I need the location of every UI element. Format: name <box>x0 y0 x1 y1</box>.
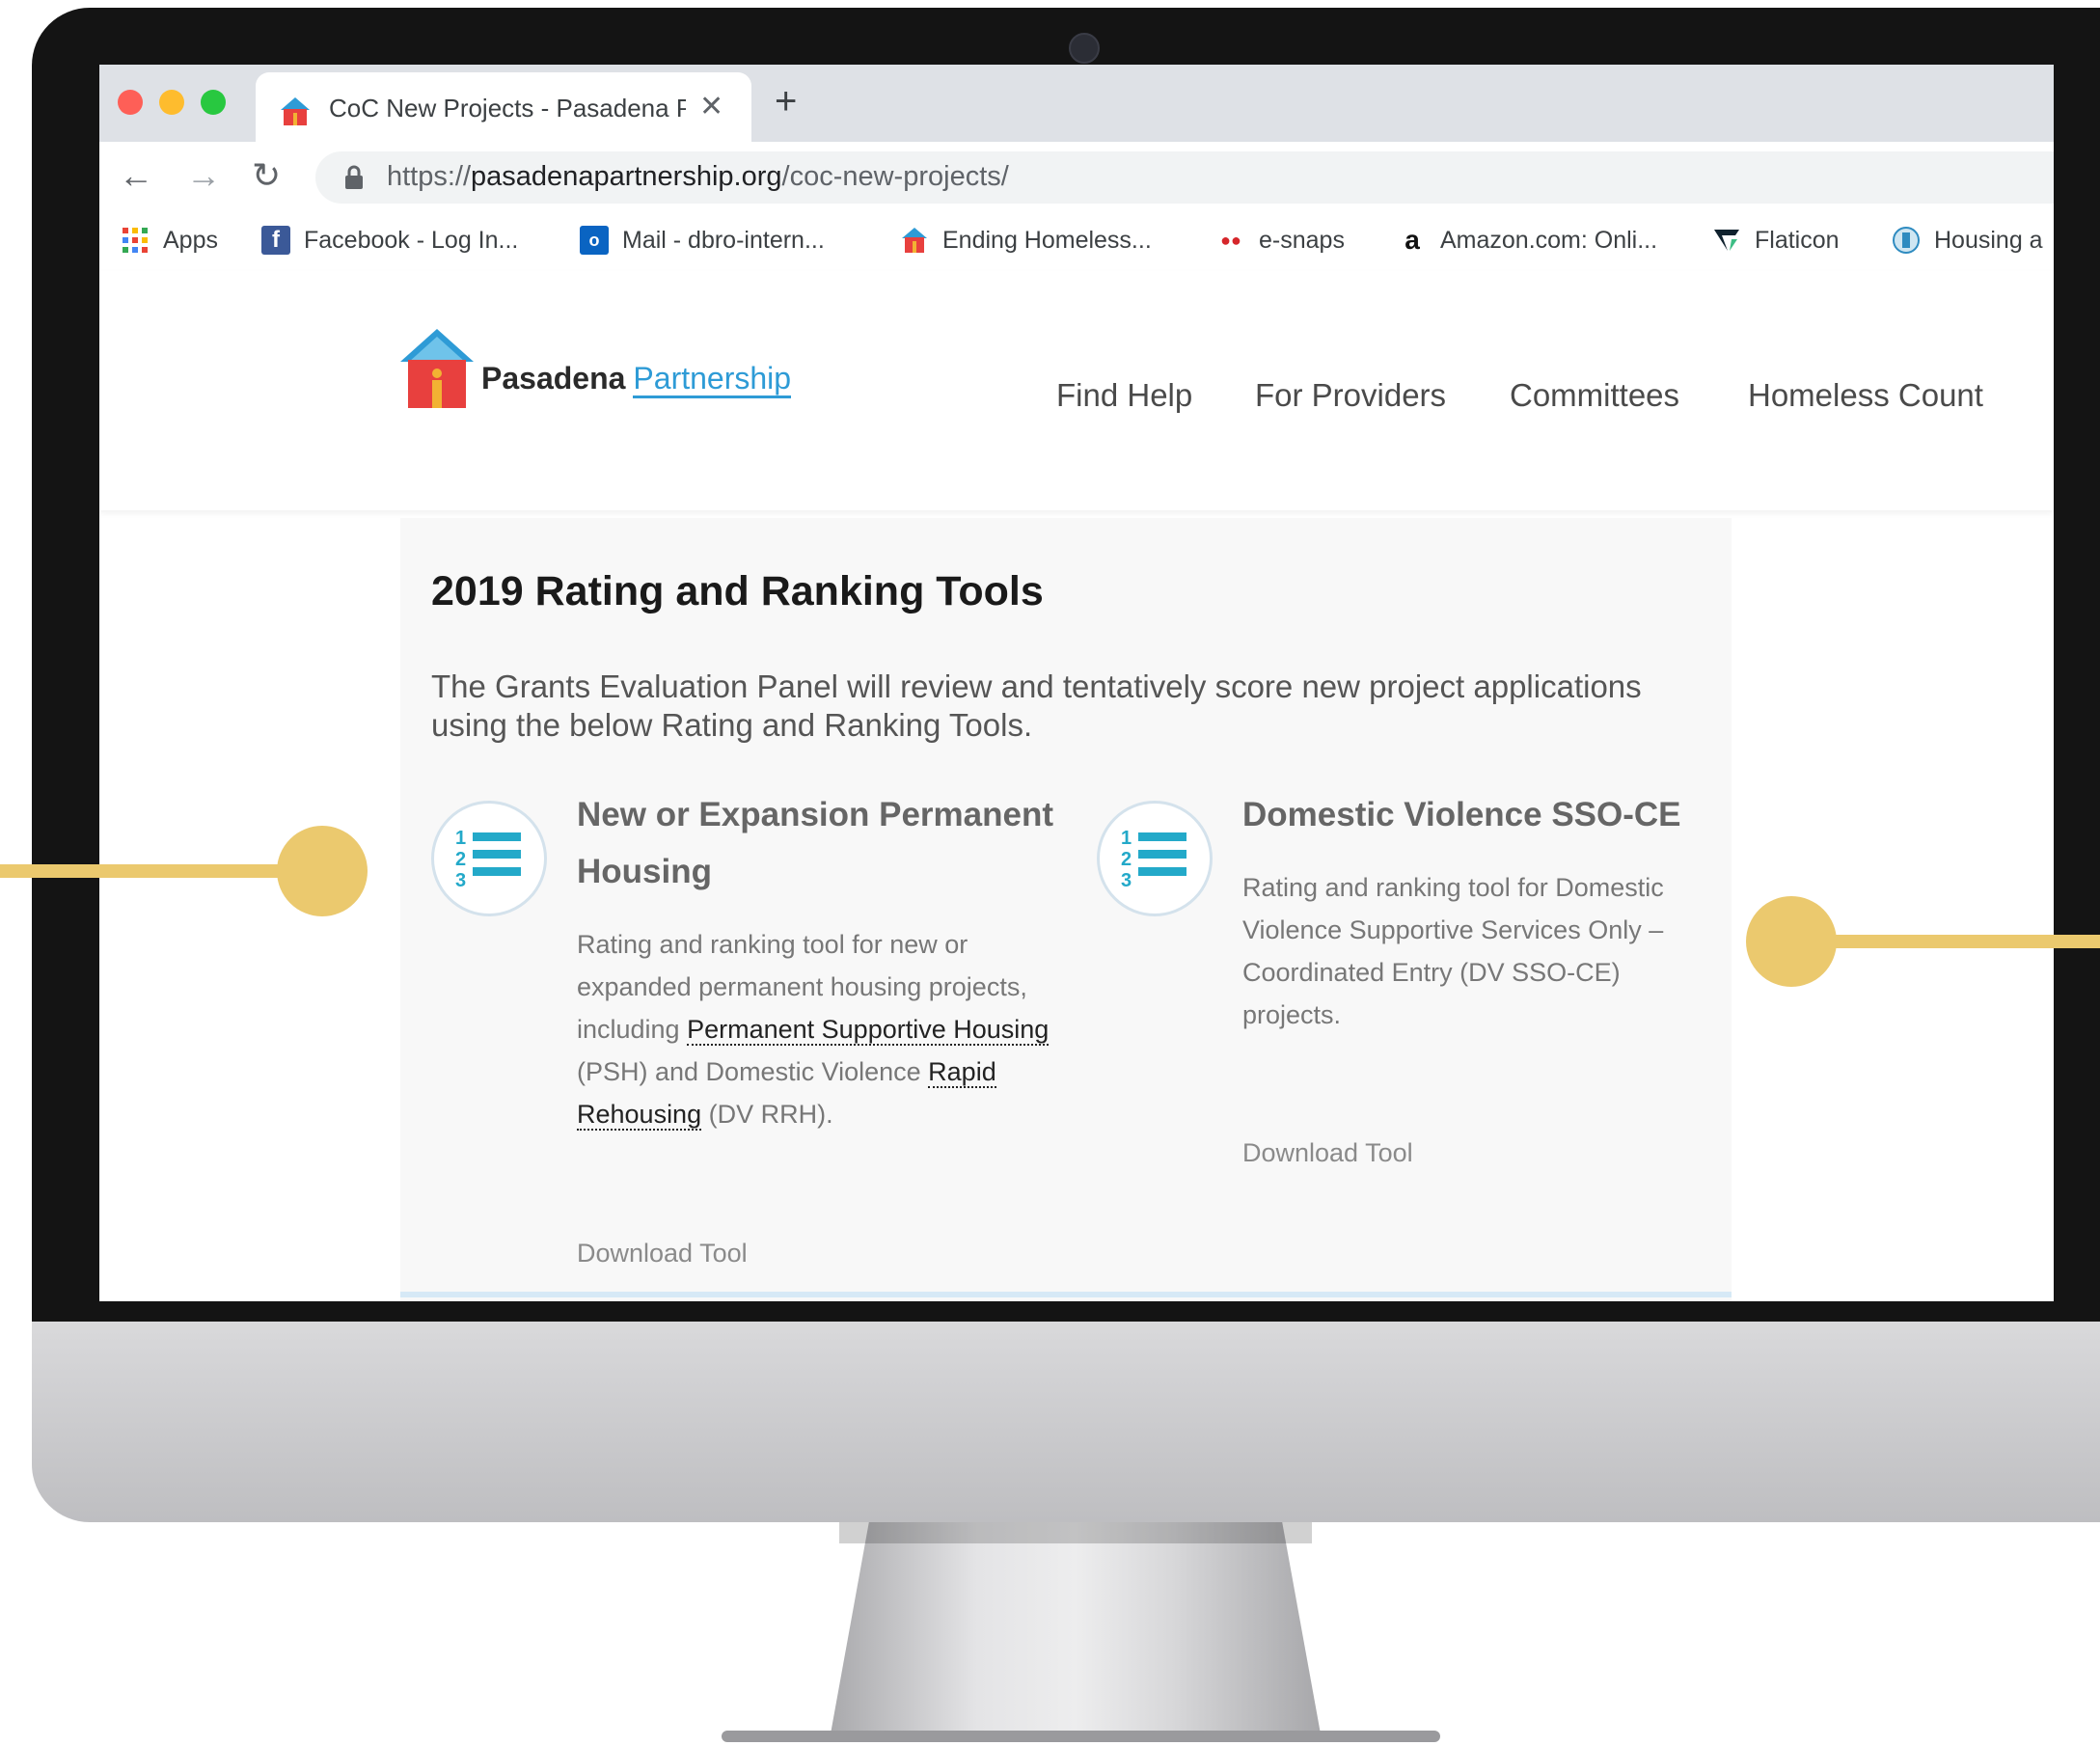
nav-committees[interactable]: Committees <box>1510 377 1679 414</box>
esnaps-icon: ●● <box>1220 230 1241 250</box>
bookmark-esnaps[interactable]: ●● e-snaps <box>1216 223 1345 258</box>
list-numbered-icon: 1 2 3 <box>431 801 547 916</box>
bookmark-ending-homeless[interactable]: Ending Homeless... <box>900 223 1152 258</box>
logo-word-partnership: Partnership <box>633 361 792 398</box>
bookmark-facebook[interactable]: f Facebook - Log In... <box>261 223 518 258</box>
reload-icon[interactable]: ↻ <box>252 155 281 196</box>
svg-text:1: 1 <box>455 828 466 849</box>
monitor-chin <box>32 1322 2100 1522</box>
url-text: https://pasadenapartnership.org/coc-new-… <box>387 161 1009 192</box>
nav-homeless-count[interactable]: Homeless Count <box>1748 377 1983 414</box>
close-window-button[interactable] <box>118 90 143 115</box>
logo-word-pasadena: Pasadena <box>481 361 626 396</box>
tool-title-permanent-housing: New or Expansion Permanent Housing <box>577 796 1054 890</box>
webcam <box>1069 33 1100 64</box>
bookmarks-bar: Apps f Facebook - Log In... o Mail - dbr… <box>99 211 2054 273</box>
bookmark-apps[interactable]: Apps <box>121 223 218 258</box>
tool-desc-dv-sso-ce: Rating and ranking tool for Domestic Vio… <box>1242 873 1664 1029</box>
globe-icon <box>1893 227 1920 254</box>
callout-dot-right <box>1746 896 1837 987</box>
site-logo[interactable]: Pasadena Partnership <box>398 327 792 410</box>
download-tool-link-2[interactable]: Download Tool <box>1242 1138 1413 1168</box>
callout-line-left <box>0 864 289 878</box>
link-permanent-supportive-housing[interactable]: Permanent Supportive Housing <box>687 1015 1050 1046</box>
svg-text:3: 3 <box>455 870 466 891</box>
house-icon <box>902 228 927 253</box>
lock-icon <box>345 165 363 189</box>
maximize-window-button[interactable] <box>201 90 226 115</box>
tool-title-dv-sso-ce: Domestic Violence SSO-CE <box>1242 796 1681 833</box>
list-numbered-icon: 1 2 3 <box>1097 801 1213 916</box>
house-icon <box>281 97 310 125</box>
monitor-stand-base <box>722 1731 1440 1742</box>
outlook-icon: o <box>580 226 609 255</box>
tab-title: CoC New Projects - Pasadena Partnership <box>329 94 686 123</box>
svg-text:1: 1 <box>1121 828 1132 849</box>
callout-dot-left <box>277 826 368 916</box>
section-heading: 2019 Rating and Ranking Tools <box>431 568 1044 614</box>
flaticon-icon <box>1714 230 1739 251</box>
tab-active[interactable]: CoC New Projects - Pasadena Partnership … <box>256 72 751 142</box>
logo-house-icon <box>400 329 474 408</box>
apps-grid-icon <box>123 228 148 253</box>
content-panel: 2019 Rating and Ranking Tools The Grants… <box>400 518 1732 1301</box>
tool-desc-permanent-housing: Rating and ranking tool for new or expan… <box>577 930 1050 1131</box>
back-icon[interactable]: ← <box>119 155 153 196</box>
close-icon[interactable]: ✕ <box>699 90 723 123</box>
nav-find-help[interactable]: Find Help <box>1056 377 1192 414</box>
bookmark-mail[interactable]: o Mail - dbro-intern... <box>580 223 825 258</box>
section-intro: The Grants Evaluation Panel will review … <box>431 668 1642 743</box>
bookmark-housing[interactable]: Housing a <box>1892 223 2043 258</box>
tab-strip: CoC New Projects - Pasadena Partnership … <box>99 65 2054 142</box>
minimize-window-button[interactable] <box>159 90 184 115</box>
browser-window: CoC New Projects - Pasadena Partnership … <box>99 65 2054 1301</box>
stand-shadow <box>839 1522 1312 1543</box>
monitor-stand <box>830 1522 1322 1739</box>
amazon-icon: a <box>1405 225 1420 255</box>
site-header: Pasadena Partnership Find Help For Provid… <box>99 271 2054 510</box>
nav-for-providers[interactable]: For Providers <box>1255 377 1446 414</box>
svg-text:3: 3 <box>1121 870 1132 891</box>
facebook-icon: f <box>261 226 290 255</box>
bookmark-amazon[interactable]: a Amazon.com: Onli... <box>1398 223 1657 258</box>
content-bottom-border <box>400 1292 1732 1297</box>
svg-text:2: 2 <box>455 849 466 870</box>
callout-line-right <box>1790 935 2100 948</box>
new-tab-button[interactable]: + <box>775 80 797 123</box>
address-bar[interactable]: https://pasadenapartnership.org/coc-new-… <box>315 151 2054 204</box>
svg-text:2: 2 <box>1121 849 1132 870</box>
bookmark-flaticon[interactable]: Flaticon <box>1712 223 1840 258</box>
browser-toolbar: ← → ↻ https://pasadenapartnership.org/co… <box>99 142 2054 211</box>
download-tool-link-1[interactable]: Download Tool <box>577 1239 748 1269</box>
forward-icon[interactable]: → <box>186 155 221 196</box>
